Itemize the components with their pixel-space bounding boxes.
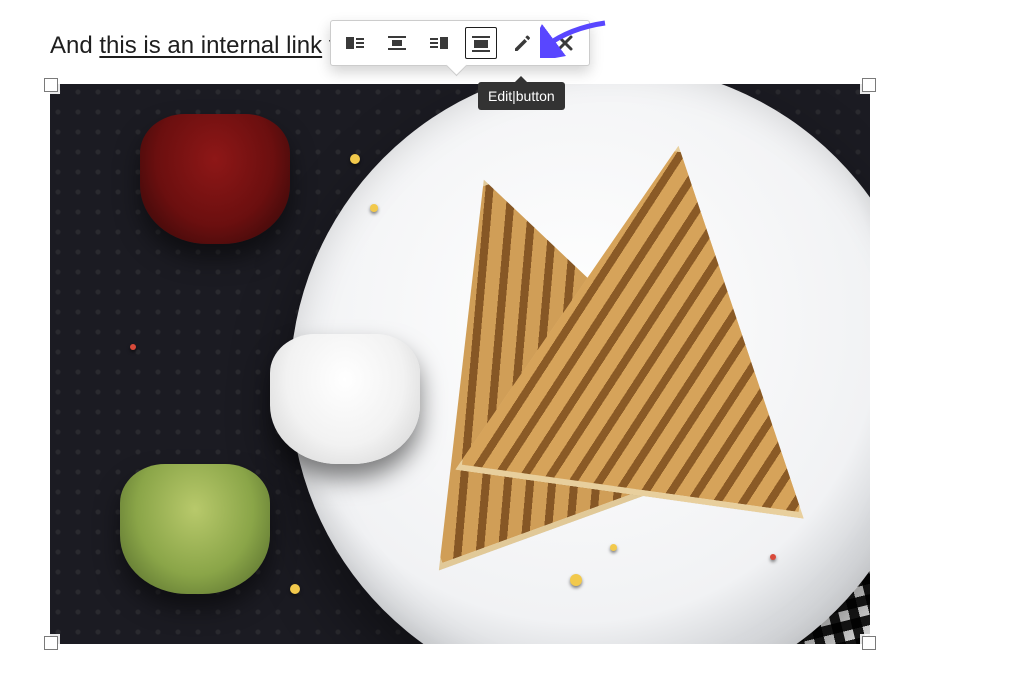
image-toolbar	[330, 20, 590, 66]
pencil-icon	[513, 33, 533, 53]
selected-image-block[interactable]	[50, 84, 870, 644]
align-center-icon	[387, 33, 407, 53]
internal-link[interactable]: this is an internal link	[99, 32, 322, 59]
edit-image-button[interactable]	[507, 27, 539, 59]
align-center-button[interactable]	[381, 27, 413, 59]
align-left-button[interactable]	[339, 27, 371, 59]
resize-handle-top-left[interactable]	[44, 78, 58, 92]
remove-image-button[interactable]	[549, 27, 581, 59]
image-content	[50, 84, 870, 644]
resize-handle-bottom-right[interactable]	[862, 636, 876, 650]
edit-button-tooltip: Edit|button	[478, 82, 565, 110]
align-left-icon	[345, 33, 365, 53]
resize-handle-top-right[interactable]	[862, 78, 876, 92]
align-none-icon	[471, 33, 491, 53]
paragraph-text-before: And	[50, 32, 99, 59]
align-right-button[interactable]	[423, 27, 455, 59]
align-none-button[interactable]	[465, 27, 497, 59]
editor-canvas: And this is an internal link to the samp…	[0, 0, 1024, 678]
align-right-icon	[429, 33, 449, 53]
resize-handle-bottom-left[interactable]	[44, 636, 58, 650]
close-icon	[555, 33, 575, 53]
